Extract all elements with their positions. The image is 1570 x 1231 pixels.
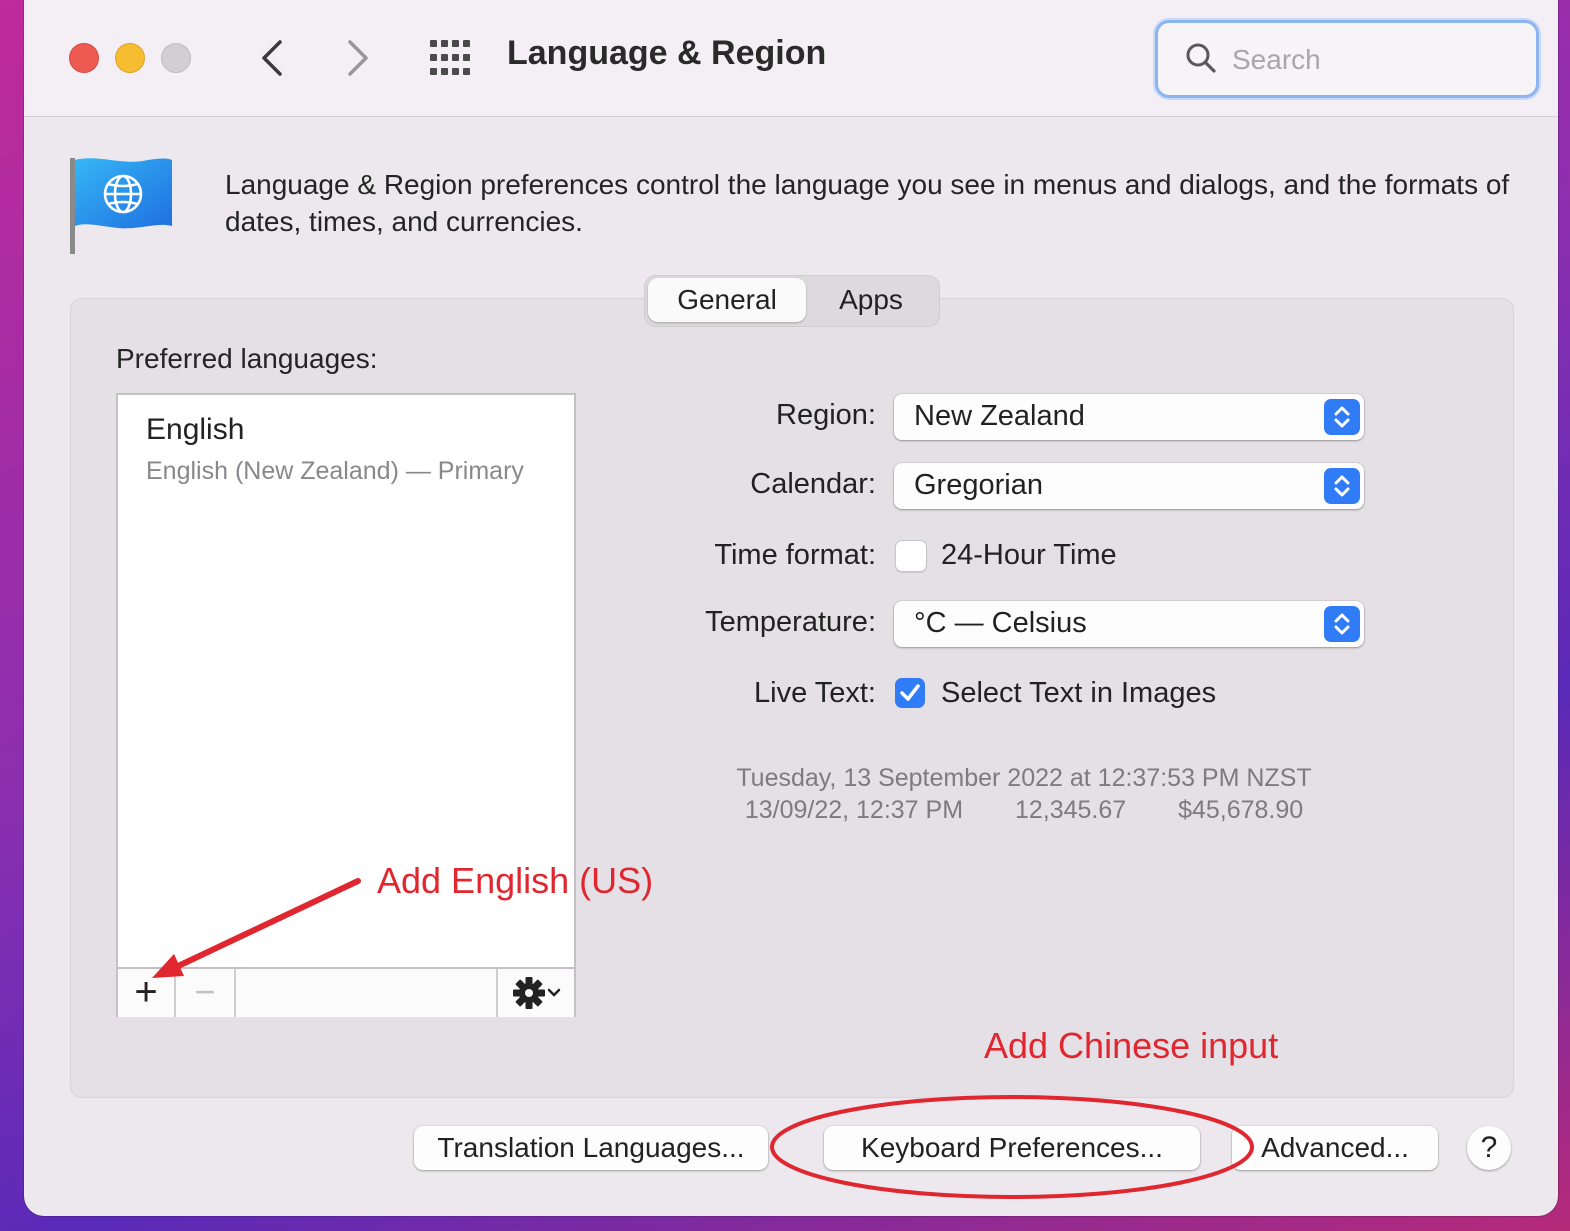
annotation-ellipse bbox=[770, 1095, 1254, 1199]
annotation-overlay bbox=[152, 878, 1254, 1199]
preferences-window: Language & Region Search Language & Regi… bbox=[24, 0, 1558, 1216]
annotation-arrow bbox=[152, 878, 361, 978]
